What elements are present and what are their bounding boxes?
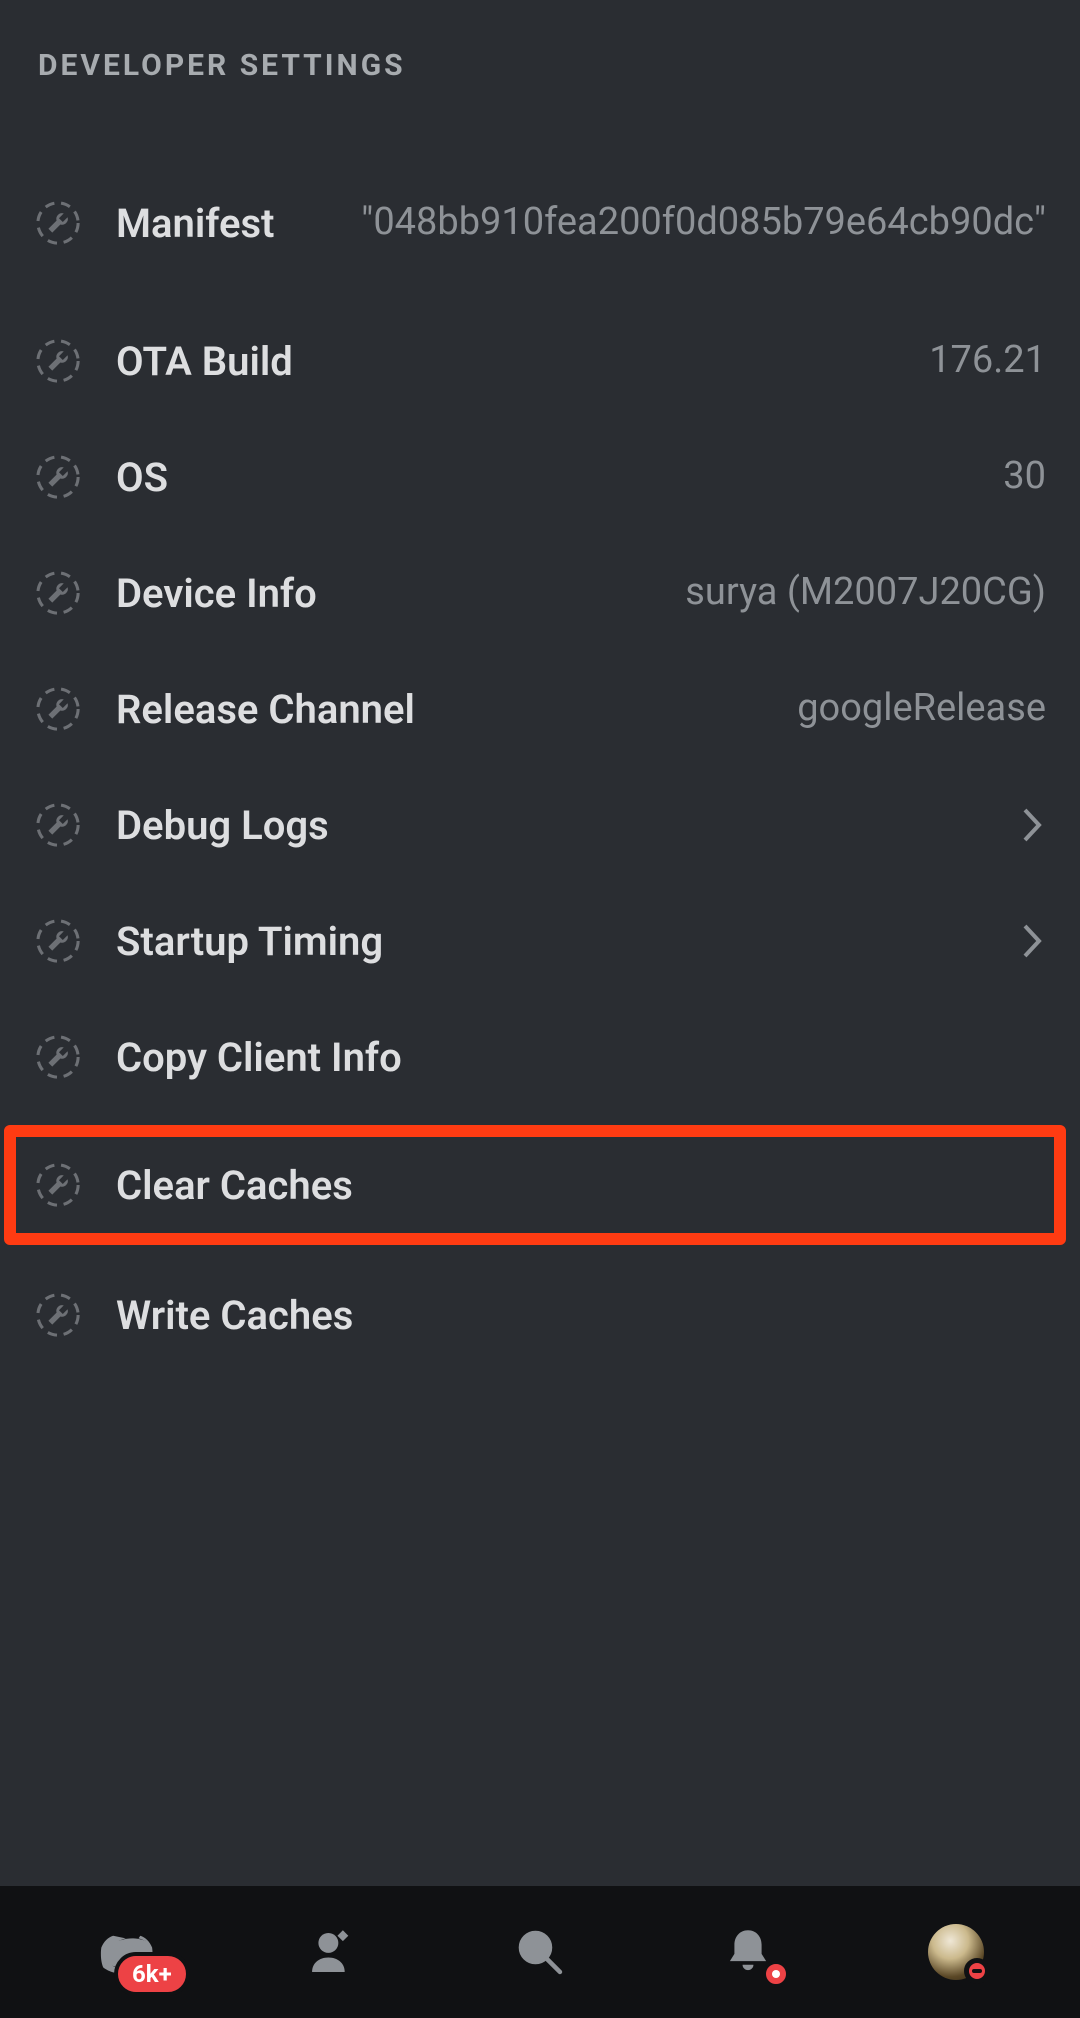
section-header: DEVELOPER SETTINGS: [38, 48, 1046, 83]
avatar: [928, 1924, 984, 1980]
row-label: Device Info: [116, 570, 317, 617]
friends-icon: [303, 1923, 361, 1981]
chevron-right-icon: [1018, 922, 1046, 960]
row-label: OS: [116, 454, 168, 501]
row-label: Copy Client Info: [116, 1034, 402, 1081]
row-value: surya (M2007J20CG): [337, 568, 1046, 617]
wrench-icon: [34, 1033, 82, 1081]
tab-home[interactable]: 6k+: [84, 1912, 164, 1992]
tab-friends[interactable]: [292, 1912, 372, 1992]
wrench-icon: [34, 199, 82, 247]
bottom-tab-bar: 6k+: [0, 1886, 1080, 2018]
search-icon: [511, 1923, 569, 1981]
row-label: Clear Caches: [116, 1162, 353, 1209]
row-ota-build[interactable]: OTA Build 176.21: [34, 313, 1046, 409]
row-label: Debug Logs: [116, 802, 329, 849]
status-dnd-icon: [964, 1958, 990, 1984]
row-label: Write Caches: [116, 1292, 353, 1339]
wrench-icon: [34, 801, 82, 849]
row-value: "048bb910fea200f0d085b79e64cb90dc": [295, 198, 1047, 247]
wrench-icon: [34, 453, 82, 501]
row-label: Startup Timing: [116, 918, 383, 965]
row-copy-client-info[interactable]: Copy Client Info: [34, 1009, 1046, 1105]
wrench-icon: [34, 1291, 82, 1339]
row-value: googleRelease: [435, 684, 1046, 733]
chevron-right-icon: [1018, 806, 1046, 844]
row-release-channel[interactable]: Release Channel googleRelease: [34, 661, 1046, 757]
row-write-caches[interactable]: Write Caches: [34, 1267, 1046, 1363]
wrench-icon: [34, 917, 82, 965]
row-label: Release Channel: [116, 686, 415, 733]
wrench-icon: [34, 1161, 82, 1209]
row-startup-timing[interactable]: Startup Timing: [34, 893, 1046, 989]
row-label: Manifest: [116, 200, 275, 247]
unread-badge: 6k+: [114, 1952, 190, 1996]
row-debug-logs[interactable]: Debug Logs: [34, 777, 1046, 873]
row-value: 176.21: [313, 336, 1046, 385]
row-value: 30: [188, 452, 1046, 501]
tab-search[interactable]: [500, 1912, 580, 1992]
row-manifest[interactable]: Manifest "048bb910fea200f0d085b79e64cb90…: [34, 153, 1046, 293]
developer-settings-screen: DEVELOPER SETTINGS Manifest "048bb910fea…: [0, 0, 1080, 1886]
tab-notifications[interactable]: [708, 1912, 788, 1992]
row-label: OTA Build: [116, 338, 293, 385]
wrench-icon: [34, 685, 82, 733]
tab-profile[interactable]: [916, 1912, 996, 1992]
wrench-icon: [34, 569, 82, 617]
row-device-info[interactable]: Device Info surya (M2007J20CG): [34, 545, 1046, 641]
wrench-icon: [34, 337, 82, 385]
row-os[interactable]: OS 30: [34, 429, 1046, 525]
row-clear-caches[interactable]: Clear Caches: [4, 1125, 1066, 1245]
notification-dot: [762, 1960, 790, 1988]
